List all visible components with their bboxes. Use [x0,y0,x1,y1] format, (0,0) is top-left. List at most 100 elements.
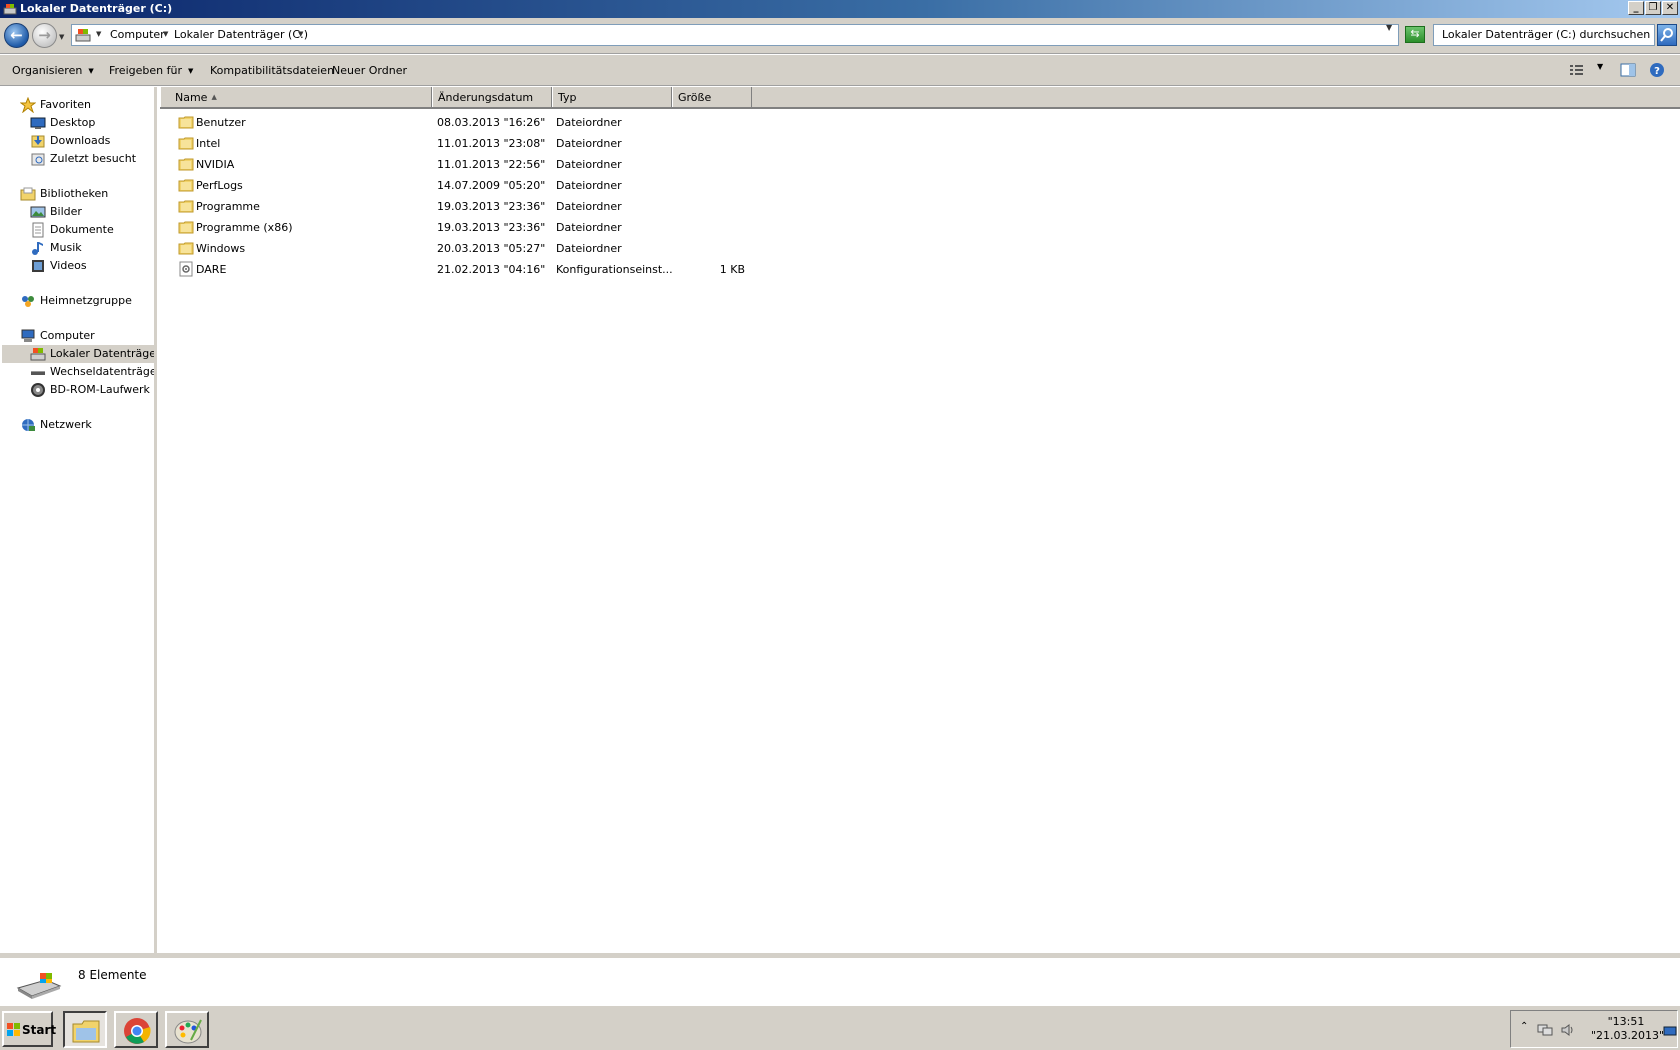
organize-button[interactable]: Organisieren ▼ [12,64,94,77]
taskbar-chrome-button[interactable] [114,1011,158,1048]
explorer-icon [72,1020,100,1043]
column-header-date[interactable]: Änderungsdatum [432,87,552,107]
clock-time: "13:51 [1607,1015,1645,1028]
optical-drive-icon [31,383,45,397]
taskbar-explorer-button[interactable] [63,1011,107,1048]
nav-favorites-label: Favoriten [40,98,91,111]
file-row[interactable]: DARE 21.02.2013 "04:16" Konfigurationsei… [160,259,760,279]
column-name-label: Name [175,91,208,104]
share-button[interactable]: Freigeben für ▼ [109,64,193,77]
nav-network[interactable]: Netzwerk [20,416,150,434]
preview-pane-icon[interactable] [1619,62,1637,78]
nav-music[interactable]: Musik [30,239,150,257]
nav-removable[interactable]: Wechseldatenträger (I [30,363,157,381]
network-status-icon[interactable] [1537,1023,1553,1037]
nav-libraries[interactable]: Bibliotheken [20,185,150,203]
chevron-right-icon[interactable]: ▼ [96,30,101,38]
search-input[interactable]: Lokaler Datenträger (C:) durchsuchen [1433,24,1655,46]
refresh-icon: ⇆ [1410,27,1420,40]
nav-recent[interactable]: Zuletzt besucht [30,150,150,168]
file-name: Programme (x86) [196,221,293,234]
file-row[interactable]: Windows 20.03.2013 "05:27" Dateiordner [160,238,760,258]
title-bar: Lokaler Datenträger (C:) _ ❐ ✕ [0,0,1680,18]
breadcrumb-computer[interactable]: Computer [110,28,165,41]
view-dropdown-icon[interactable]: ▼ [1597,62,1603,71]
file-name: Windows [196,242,246,255]
address-dropdown-icon[interactable]: ▼ [1386,23,1392,32]
back-button[interactable]: ← [4,23,29,48]
history-dropdown-icon[interactable]: ▼ [59,33,64,41]
file-row[interactable]: Programme (x86) 19.03.2013 "23:36" Datei… [160,217,760,237]
nav-network-label: Netzwerk [40,418,92,431]
column-header-type[interactable]: Typ [552,87,672,107]
clock[interactable]: "13:51 "21.03.2013" [1591,1015,1665,1043]
drive-icon [16,973,62,999]
nav-videos[interactable]: Videos [30,257,150,275]
file-date: 20.03.2013 "05:27" [437,242,546,255]
file-row[interactable]: Intel 11.01.2013 "23:08" Dateiordner [160,133,760,153]
nav-local-disk[interactable]: Lokaler Datenträger (C [2,345,154,363]
file-row[interactable]: Programme 19.03.2013 "23:36" Dateiordner [160,196,760,216]
maximize-button[interactable]: ❐ [1645,1,1661,15]
breadcrumb-local-disk[interactable]: Lokaler Datenträger (C:) [174,28,308,41]
nav-removable-label: Wechseldatenträger (I [50,365,157,378]
chevron-right-icon[interactable]: ▼ [298,30,303,38]
nav-documents[interactable]: Dokumente [30,221,150,239]
homegroup-icon [22,296,34,307]
library-icon [20,187,36,201]
close-button[interactable]: ✕ [1662,1,1678,15]
nav-pictures[interactable]: Bilder [30,203,150,221]
taskbar-paint-button[interactable] [165,1011,209,1048]
file-name: PerfLogs [196,179,243,192]
clock-date: "21.03.2013" [1591,1029,1665,1042]
volume-icon[interactable] [1561,1023,1575,1037]
help-icon[interactable]: ? [1648,62,1666,78]
compat-files-button[interactable]: Kompatibilitätsdateien [210,64,334,77]
file-row[interactable]: Benutzer 08.03.2013 "16:26" Dateiordner [160,112,760,132]
file-type: Dateiordner [556,242,622,255]
file-date: 08.03.2013 "16:26" [437,116,546,129]
nav-homegroup[interactable]: Heimnetzgruppe [20,292,150,310]
nav-libraries-label: Bibliotheken [40,187,109,200]
nav-downloads[interactable]: Downloads [30,132,150,150]
column-header-size[interactable]: Größe [672,87,752,107]
forward-button[interactable]: → [32,23,57,48]
windows-logo-icon [7,1023,20,1036]
file-row[interactable]: PerfLogs 14.07.2009 "05:20" Dateiordner [160,175,760,195]
nav-recent-label: Zuletzt besucht [50,152,137,165]
nav-desktop[interactable]: Desktop [30,114,150,132]
show-hidden-icons-button[interactable]: ⌃ [1520,1021,1528,1032]
documents-icon [32,222,44,238]
address-field[interactable]: ▼ Computer ▼ Lokaler Datenträger (C:) ▼ [71,24,1399,46]
share-label: Freigeben für [109,64,182,77]
file-name: Benutzer [196,116,246,129]
nav-favorites[interactable]: Favoriten [20,96,150,114]
file-type: Dateiordner [556,137,622,150]
network-icon [22,419,35,431]
search-button[interactable] [1657,24,1677,46]
file-type: Dateiordner [556,200,622,213]
new-folder-button[interactable]: Neuer Ordner [332,64,407,77]
minimize-button[interactable]: _ [1628,1,1644,15]
start-button[interactable]: Start [2,1011,56,1047]
drive-icon [75,29,91,42]
chevron-down-icon: ▼ [88,67,94,75]
desktop-icon [30,117,46,129]
nav-music-label: Musik [50,241,82,254]
refresh-button[interactable]: ⇆ [1405,26,1425,43]
chevron-right-icon[interactable]: ▼ [163,30,168,38]
nav-pictures-label: Bilder [50,205,82,218]
nav-computer[interactable]: Computer [20,327,150,345]
file-row[interactable]: NVIDIA 11.01.2013 "22:56" Dateiordner [160,154,760,174]
view-details-icon[interactable] [1568,62,1586,78]
nav-bdrom[interactable]: BD-ROM-Laufwerk (E:) [30,381,154,399]
file-name: NVIDIA [196,158,235,171]
chrome-icon [124,1018,151,1044]
action-center-icon[interactable] [1663,1025,1677,1037]
arrow-right-icon: → [38,26,51,44]
nav-computer-label: Computer [40,329,95,342]
drive-icon [30,348,46,361]
column-header-name[interactable]: Name ▲ [160,87,432,107]
nav-downloads-label: Downloads [50,134,111,147]
system-tray: ⌃ "13:51 "21.03.2013" [1510,1010,1678,1048]
